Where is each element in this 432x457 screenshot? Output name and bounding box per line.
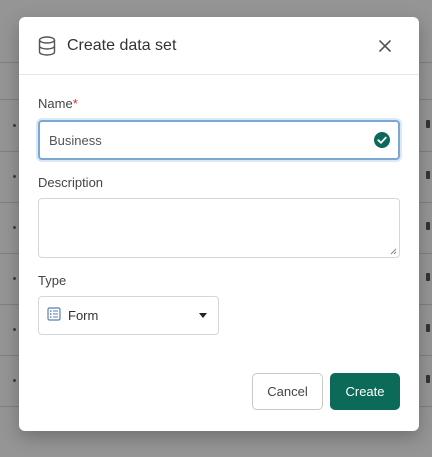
type-selected-value: Form — [68, 308, 99, 323]
form-icon — [47, 307, 61, 321]
name-label: Name* — [38, 96, 78, 112]
description-textarea[interactable] — [38, 198, 400, 258]
name-input[interactable] — [49, 130, 349, 150]
type-label: Type — [38, 273, 67, 288]
close-icon[interactable] — [375, 36, 395, 56]
name-field — [38, 120, 400, 160]
cancel-button[interactable]: Cancel — [252, 373, 323, 410]
create-button[interactable]: Create — [330, 373, 400, 410]
resize-grip-icon[interactable] — [389, 247, 397, 255]
dialog-header: Create data set — [19, 17, 419, 75]
name-label-text: Name — [38, 96, 73, 111]
caret-down-icon — [199, 313, 207, 318]
create-data-set-dialog: Create data set Name* Description Type F… — [19, 17, 419, 431]
required-mark: * — [72, 96, 78, 111]
check-circle-icon — [374, 132, 390, 148]
dialog-title: Create data set — [67, 37, 177, 54]
database-icon — [38, 36, 56, 56]
type-select[interactable]: Form — [38, 296, 219, 335]
description-label: Description — [38, 175, 104, 190]
